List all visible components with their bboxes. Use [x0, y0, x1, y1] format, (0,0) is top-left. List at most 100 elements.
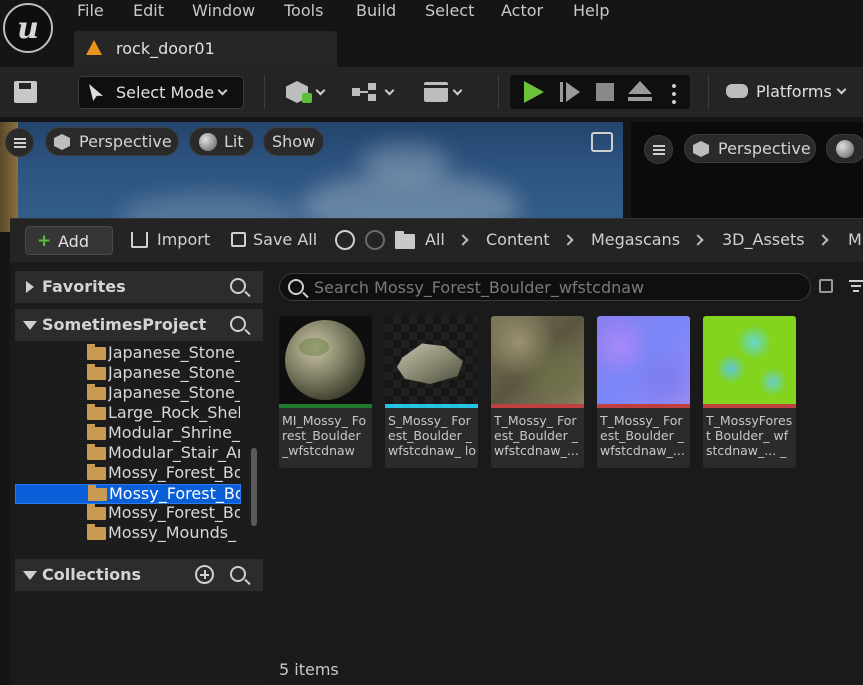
folder-tree-item[interactable]: Japanese_Stone_ [15, 364, 241, 384]
add-button[interactable]: + Add [25, 226, 113, 255]
filter-icon[interactable] [849, 280, 863, 292]
lit-button[interactable] [826, 134, 863, 163]
folder-icon[interactable] [395, 231, 415, 249]
breadcrumb-3d-assets[interactable]: 3D_Assets [722, 230, 805, 249]
menu-window[interactable]: Window [192, 1, 255, 20]
perspective-button[interactable]: Perspective [684, 134, 816, 163]
asset-tile[interactable]: T_Mossy_ Forest_Boulder _wfstcdnaw_... 4… [491, 316, 584, 468]
asset-search-input[interactable] [314, 277, 804, 297]
asset-type-bar [703, 404, 796, 408]
eject-icon[interactable] [628, 81, 652, 103]
static-mesh-thumbnail [385, 316, 478, 404]
import-icon[interactable] [131, 232, 148, 248]
lit-button[interactable]: Lit [189, 127, 254, 156]
unreal-logo-icon[interactable]: u [3, 3, 53, 53]
folder-icon [87, 364, 106, 380]
viewport-menu-icon[interactable] [644, 135, 673, 164]
breadcrumb-megascans[interactable]: Megascans [591, 230, 680, 249]
maximize-viewport-icon[interactable] [591, 132, 613, 152]
folder-label: Mossy_Forest_Bo [108, 464, 240, 482]
blueprint-icon[interactable] [352, 83, 380, 101]
breadcrumb-separator-icon[interactable] [457, 234, 469, 246]
search-icon[interactable] [230, 316, 246, 332]
more-options-icon[interactable] [672, 82, 676, 104]
menu-tools[interactable]: Tools [284, 1, 323, 20]
collections-header[interactable]: Collections [15, 559, 263, 591]
asset-name: T_MossyForest Boulder_ wfstcdnaw_... _OR… [706, 413, 793, 459]
project-header[interactable]: SometimesProject [15, 309, 263, 341]
save-all-icon[interactable] [231, 232, 246, 247]
select-mode-dropdown[interactable]: Select Mode [78, 76, 244, 109]
folder-icon [87, 464, 106, 480]
advance-frame-icon[interactable] [560, 82, 580, 102]
save-search-icon[interactable] [819, 279, 833, 293]
search-icon[interactable] [230, 278, 246, 294]
folder-tree-item[interactable]: Mossy_Forest_Bo [15, 504, 241, 524]
folder-tree-item[interactable]: Modular_Shrine_I [15, 424, 241, 444]
cursor-icon [89, 84, 103, 101]
menu-actor[interactable]: Actor [501, 1, 543, 20]
lit-sphere-icon [836, 140, 854, 158]
document-tab[interactable]: rock_door01 [74, 31, 337, 67]
menu-help[interactable]: Help [573, 1, 609, 20]
lit-sphere-icon [199, 133, 217, 151]
menu-build[interactable]: Build [356, 1, 396, 20]
chevron-down-icon[interactable] [384, 85, 395, 96]
breadcrumb-separator-icon[interactable] [692, 234, 704, 246]
cube-icon [54, 134, 70, 150]
level-icon [86, 40, 102, 55]
viewport-menu-icon[interactable] [5, 128, 34, 157]
asset-tile[interactable]: T_Mossy_ Forest_Boulder _wfstcdnaw_... 4… [597, 316, 690, 468]
show-button[interactable]: Show [263, 127, 324, 156]
material-thumbnail [279, 316, 372, 404]
asset-tile[interactable]: MI_Mossy_ Forest_Boulder _wfstcdnaw_... … [279, 316, 372, 468]
asset-tile[interactable]: T_MossyForest Boulder_ wfstcdnaw_... _OR… [703, 316, 796, 468]
folder-tree-item[interactable]: Large_Rock_Shel [15, 404, 241, 424]
add-label: Add [58, 232, 89, 251]
chevron-down-icon [836, 84, 847, 95]
menu-file[interactable]: File [77, 1, 104, 20]
main-toolbar: Select Mode Platforms [0, 67, 863, 117]
add-badge-icon [302, 93, 312, 103]
play-icon[interactable] [524, 81, 544, 103]
breadcrumb-m[interactable]: M [848, 230, 862, 249]
save-icon[interactable] [14, 81, 37, 103]
save-all-button[interactable]: Save All [253, 230, 317, 249]
breadcrumb-separator-icon[interactable] [817, 234, 829, 246]
menu-select[interactable]: Select [425, 1, 474, 20]
folder-label: Modular_Stair_Ar [108, 444, 240, 462]
asset-type-bar [385, 404, 478, 408]
asset-tile[interactable]: S_Mossy_ Forest_Boulder _wfstcdnaw_ lod0… [385, 316, 478, 468]
platforms-dropdown[interactable]: Platforms [724, 76, 863, 108]
forward-arrow-icon[interactable] [365, 230, 385, 250]
tree-scrollbar[interactable] [251, 448, 257, 526]
breadcrumb-content[interactable]: Content [486, 230, 550, 249]
folder-tree-item[interactable]: Mossy_Forest_Bo [15, 464, 241, 484]
search-icon[interactable] [230, 566, 246, 582]
search-icon [288, 279, 304, 295]
folder-tree-item[interactable]: Mossy_Forest_Bo [15, 484, 241, 504]
asset-search-box[interactable] [279, 273, 811, 301]
folder-icon [88, 485, 107, 501]
breadcrumb-all[interactable]: All [425, 230, 445, 249]
import-button[interactable]: Import [157, 230, 210, 249]
breadcrumb-separator-icon[interactable] [562, 234, 574, 246]
chevron-down-icon[interactable] [452, 85, 463, 96]
cinematics-icon[interactable] [424, 82, 448, 102]
content-browser: + Add Import Save All All Content Megasc… [10, 218, 863, 685]
folder-tree-item[interactable]: Japanese_Stone_ [15, 384, 241, 404]
back-arrow-icon[interactable] [335, 230, 355, 250]
stop-icon[interactable] [596, 83, 614, 101]
folder-icon [87, 424, 106, 440]
perspective-button[interactable]: Perspective [45, 127, 179, 156]
asset-type-bar [491, 404, 584, 408]
add-collection-icon[interactable] [195, 565, 214, 584]
folder-tree-item[interactable]: Japanese_Stone_ [15, 344, 241, 364]
folder-tree-item[interactable]: Mossy_Mounds_ [15, 524, 241, 543]
favorites-header[interactable]: Favorites [15, 271, 263, 303]
chevron-down-icon[interactable] [315, 85, 326, 96]
folder-tree-item[interactable]: Modular_Stair_Ar [15, 444, 241, 464]
menu-edit[interactable]: Edit [133, 1, 164, 20]
folder-icon [87, 504, 106, 520]
lit-label: Lit [224, 132, 244, 151]
